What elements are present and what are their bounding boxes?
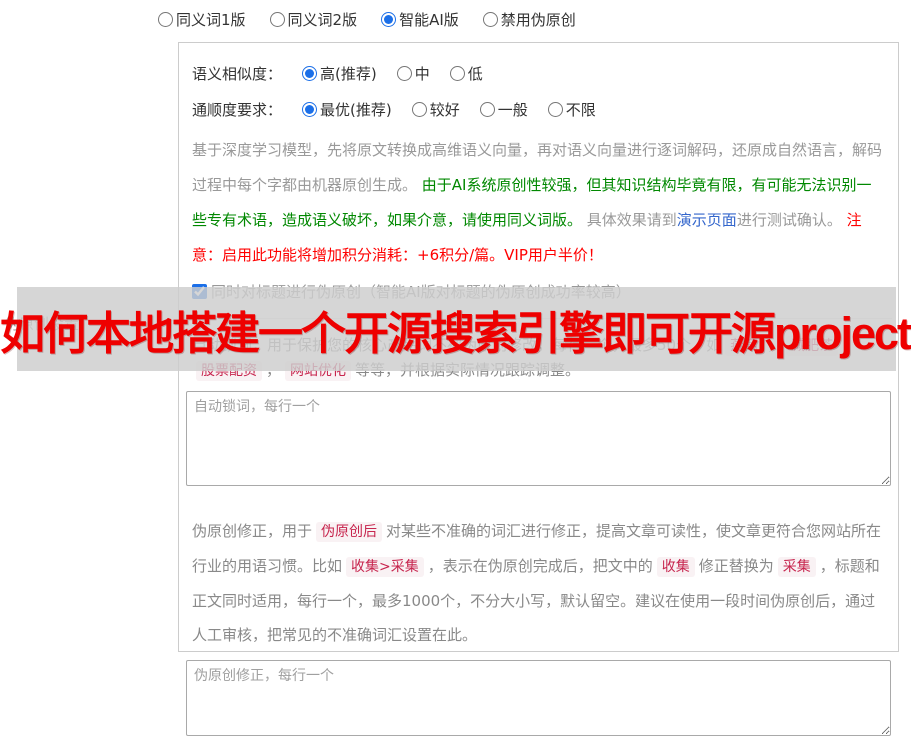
- auto-lock-words-textarea[interactable]: [186, 391, 891, 486]
- radio-smart-ai-label: 智能AI版: [399, 11, 459, 29]
- radio-disable-rewrite-label: 禁用伪原创: [500, 11, 576, 29]
- rewrite-fix-description: 伪原创修正，用于 伪原创后 对某些不准确的词汇进行修正，提高文章可读性，使文章更符合…: [192, 514, 885, 652]
- radio-similarity-high-label: 高(推荐): [320, 64, 377, 83]
- text-segment: 进行测试确认。: [736, 211, 847, 229]
- radio-fluency-best-input[interactable]: [302, 101, 318, 117]
- radio-similarity-low[interactable]: 低: [449, 63, 483, 84]
- fluency-label: 通顺度要求：: [192, 100, 283, 119]
- radio-synonym-v1-input[interactable]: [158, 12, 173, 27]
- red-caption-overlay: 如何本地搭建一个开源搜索引擎即可开源project: [0, 308, 911, 359]
- radio-synonym-v2-label: 同义词2版: [287, 11, 358, 29]
- keyword-tag: 收集>采集: [346, 557, 424, 577]
- text-segment: 伪原创修正，用于: [192, 522, 313, 540]
- rewrite-fix-textarea[interactable]: [186, 660, 891, 736]
- radio-similarity-mid-input[interactable]: [396, 65, 412, 81]
- radio-similarity-high[interactable]: 高(推荐): [302, 63, 377, 84]
- keyword-tag: 收集: [656, 557, 695, 577]
- radio-similarity-mid[interactable]: 中: [396, 63, 430, 84]
- radio-fluency-good[interactable]: 较好: [411, 99, 460, 120]
- radio-similarity-low-label: 低: [467, 64, 483, 83]
- radio-fluency-good-input[interactable]: [411, 101, 427, 117]
- radio-fluency-unlimited-label: 不限: [565, 100, 596, 119]
- radio-disable-rewrite[interactable]: 禁用伪原创: [482, 9, 576, 30]
- keyword-tag: 伪原创后: [316, 522, 383, 542]
- radio-synonym-v2-input[interactable]: [269, 12, 285, 27]
- radio-smart-ai-input[interactable]: [381, 12, 397, 27]
- text-segment: 具体效果请到: [586, 211, 677, 229]
- radio-fluency-best[interactable]: 最优(推荐): [302, 99, 392, 120]
- semantic-similarity-label: 语义相似度：: [192, 64, 283, 83]
- radio-synonym-v2[interactable]: 同义词2版: [269, 9, 358, 30]
- demo-page-link[interactable]: 演示页面: [677, 211, 737, 229]
- radio-similarity-mid-label: 中: [414, 64, 430, 83]
- radio-synonym-v1-label: 同义词1版: [176, 11, 246, 29]
- text-segment: ，表示在伪原创完成后，把文中的: [427, 557, 653, 575]
- radio-fluency-best-label: 最优(推荐): [320, 100, 392, 119]
- radio-fluency-unlimited[interactable]: 不限: [547, 99, 596, 120]
- radio-fluency-normal-label: 一般: [497, 100, 528, 119]
- radio-fluency-good-label: 较好: [429, 100, 460, 119]
- rewrite-mode-group: 同义词1版 同义词2版 智能AI版 禁用伪原创: [0, 0, 911, 30]
- fluency-row: 通顺度要求： 最优(推荐) 较好 一般 不限: [192, 95, 885, 123]
- radio-smart-ai[interactable]: 智能AI版: [381, 9, 459, 30]
- radio-similarity-low-input[interactable]: [449, 65, 465, 81]
- radio-synonym-v1[interactable]: 同义词1版: [158, 9, 246, 30]
- text-segment: 修正替换为: [698, 557, 774, 575]
- radio-fluency-unlimited-input[interactable]: [547, 101, 563, 117]
- radio-fluency-normal-input[interactable]: [479, 101, 495, 117]
- radio-disable-rewrite-input[interactable]: [482, 12, 498, 27]
- keyword-tag: 采集: [777, 557, 816, 577]
- radio-fluency-normal[interactable]: 一般: [479, 99, 528, 120]
- ai-mode-description: 基于深度学习模型，先将原文转换成高维语义向量，再对语义向量进行逐词解码，还原成自…: [192, 133, 885, 273]
- semantic-similarity-row: 语义相似度： 高(推荐) 中 低: [192, 59, 885, 87]
- radio-similarity-high-input[interactable]: [302, 65, 318, 81]
